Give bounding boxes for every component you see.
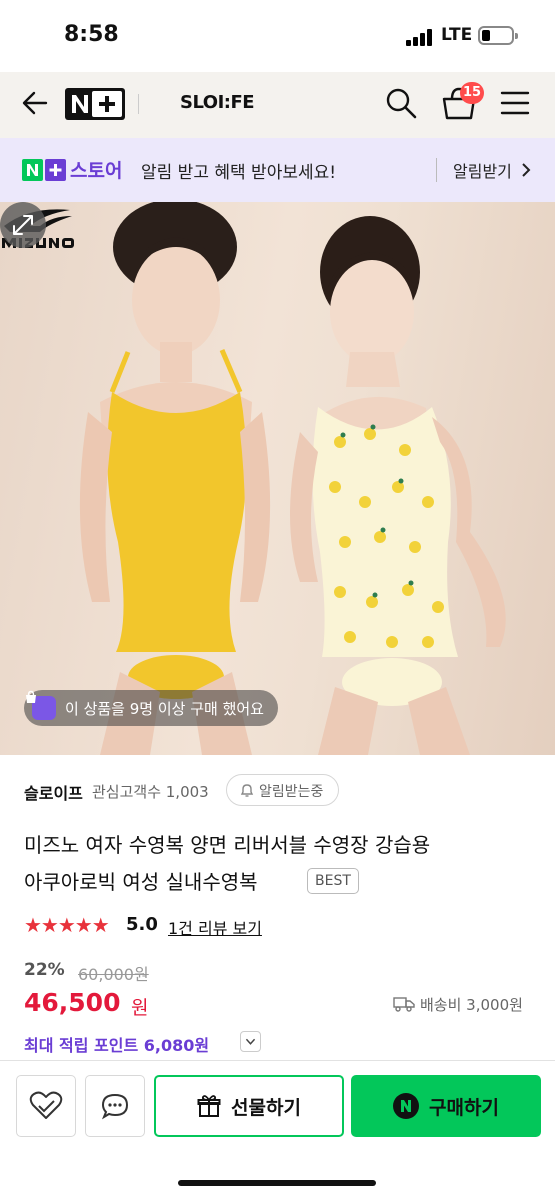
status-time: 8:58 [64,22,119,47]
notify-message: 알림 받고 혜택 받아보세요! [141,163,337,183]
rating-value: 5.0 [126,914,158,935]
purchase-count-badge: 이 상품을 9명 이상 구매 했어요 [24,690,278,726]
gift-icon [197,1095,221,1117]
original-price: 60,000원 [78,965,149,984]
truck-icon [393,997,415,1012]
product-title-line2: 아쿠아로빅 여성 실내수영복 [24,870,258,894]
expand-image-button[interactable] [0,202,46,248]
product-image[interactable]: 이 상품을 9명 이상 구매 했어요 [0,202,555,755]
talk-talk-button[interactable] [85,1075,145,1137]
max-points: 최대 적립 포인트 6,080원 [24,1036,210,1055]
discount-rate: 22% [24,960,65,980]
subscribe-notify-link[interactable]: 알림받기 [453,158,512,182]
naver-pay-icon [393,1093,420,1119]
purchase-count-text: 이 상품을 9명 이상 구매 했어요 [65,699,264,718]
chevron-down-icon[interactable] [240,1031,261,1052]
shipping-fee: 배송비 3,000원 [420,996,523,1014]
best-badge: BEST [307,868,359,894]
notify-divider [436,158,437,182]
sale-price: 46,500 [24,988,121,1017]
alarm-chip-label: 알림받는중 [259,784,324,800]
seller-name[interactable]: 슬로이프 [24,780,83,804]
back-arrow-icon[interactable] [20,88,50,118]
status-bar: 8:58 LTE [0,0,555,72]
store-label: 스토어 [70,160,123,182]
buy-button[interactable]: 구매하기 [351,1075,541,1137]
gift-button[interactable]: 선물하기 [154,1075,344,1137]
buy-button-label: 구매하기 [429,1096,499,1119]
gift-button-label: 선물하기 [231,1096,301,1119]
battery-icon [478,26,518,45]
home-indicator [178,1180,376,1186]
swimsuit-models-illustration [79,202,506,755]
product-title-line1: 미즈노 여자 수영복 양면 리버서블 수영장 강습용 [24,833,431,857]
rating-stars: ★★★★★ [24,913,110,937]
bottom-bar-divider [0,1060,555,1061]
naver-plus-store-logo [22,159,66,181]
chat-bubble-icon [101,1093,129,1120]
naver-plus-logo[interactable] [65,88,125,120]
header-divider [138,94,139,114]
like-button[interactable] [16,1075,76,1137]
follower-count: 관심고객수 1,003 [92,783,209,801]
notification-banner[interactable]: 스토어 알림 받고 혜택 받아보세요! 알림받기 [0,138,555,202]
heart-check-icon [29,1091,63,1119]
sale-price-unit: 원 [131,997,149,1019]
alarm-subscribed-button[interactable]: 알림받는중 [226,774,339,806]
cart-count-badge: 15 [460,82,484,104]
signal-icon [406,28,436,46]
shopping-bag-icon [26,690,56,720]
search-icon[interactable] [385,87,417,119]
chevron-right-icon [522,163,531,177]
network-label: LTE [441,25,473,45]
menu-icon[interactable] [500,89,530,117]
store-brand[interactable]: SLOI:FE [180,92,255,113]
top-header: SLOI:FE 15 [0,72,555,138]
review-link[interactable]: 1건 리뷰 보기 [168,915,262,939]
bell-icon [240,784,254,797]
